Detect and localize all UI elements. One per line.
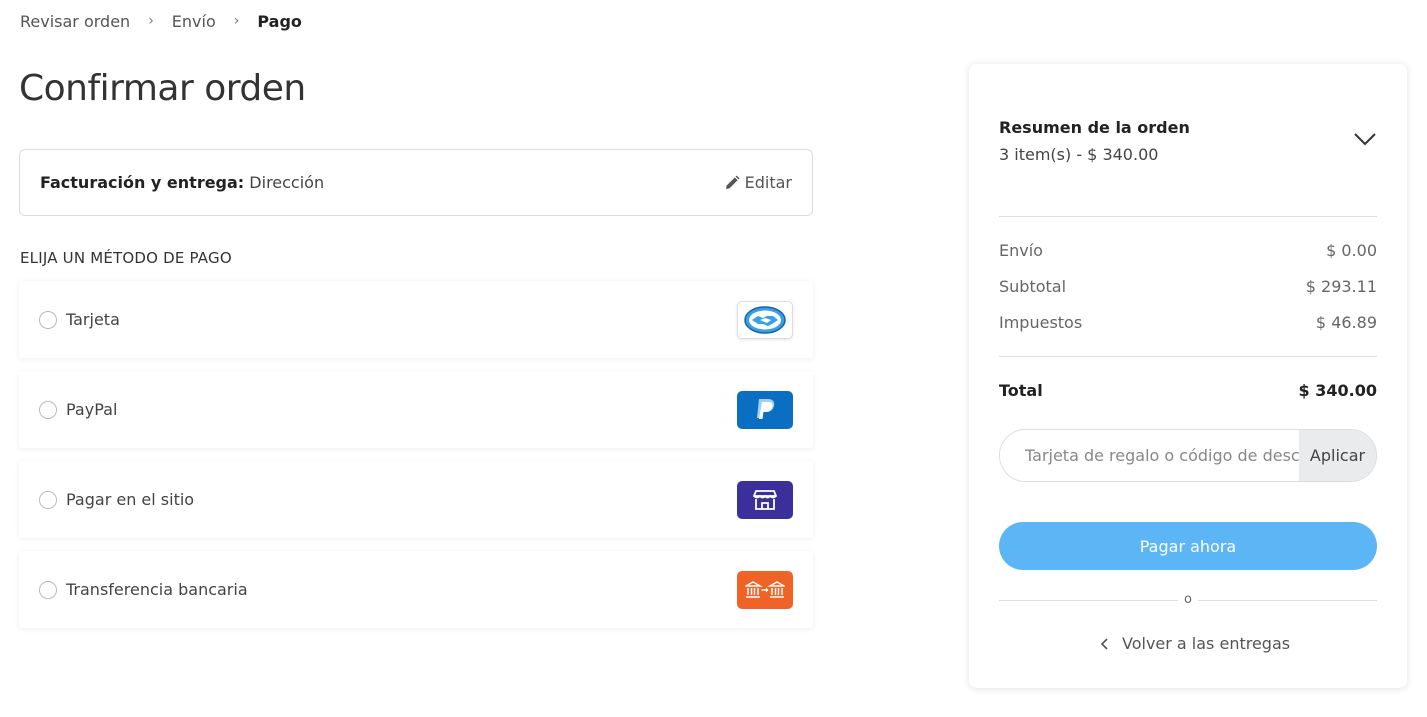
- order-summary-subtitle: 3 item(s) - $ 340.00: [999, 145, 1159, 164]
- order-summary-title: Resumen de la orden: [999, 118, 1190, 137]
- store-icon: [737, 480, 793, 519]
- summary-row-value: $ 46.89: [1315, 313, 1377, 332]
- coupon-input[interactable]: [1000, 430, 1299, 481]
- chevron-down-icon[interactable]: [1353, 132, 1377, 146]
- billing-info: Facturación y entrega: Dirección: [40, 173, 324, 192]
- payment-option-card[interactable]: Tarjeta: [19, 281, 813, 358]
- summary-row-subtotal: Subtotal $ 293.11: [999, 277, 1377, 296]
- apply-coupon-button[interactable]: Aplicar: [1299, 430, 1376, 481]
- payment-option-label: Pagar en el sitio: [66, 490, 195, 509]
- total-label: Total: [999, 381, 1043, 400]
- order-summary-card: Resumen de la orden 3 item(s) - $ 340.00…: [969, 64, 1407, 688]
- divider: [999, 356, 1377, 357]
- total-value: $ 340.00: [1298, 381, 1377, 400]
- billing-value: Dirección: [249, 173, 325, 192]
- payment-radio[interactable]: [39, 400, 57, 419]
- payment-radio[interactable]: [39, 580, 57, 599]
- edit-billing-button[interactable]: Editar: [724, 173, 792, 192]
- payment-option-paypal[interactable]: PayPal: [19, 371, 813, 448]
- back-to-shipping-link[interactable]: Volver a las entregas: [1100, 634, 1290, 653]
- payment-option-label: Transferencia bancaria: [66, 580, 248, 599]
- breadcrumb-shipping[interactable]: Envío: [172, 12, 216, 31]
- payment-option-pay-on-site[interactable]: Pagar en el sitio: [19, 461, 813, 538]
- edit-label: Editar: [744, 173, 792, 192]
- summary-row-total: Total $ 340.00: [999, 381, 1377, 400]
- summary-row-value: $ 293.11: [1305, 277, 1377, 296]
- payment-option-label: Tarjeta: [66, 310, 120, 329]
- mercadopago-handshake-icon: [737, 300, 793, 339]
- breadcrumb-payment: Pago: [257, 11, 302, 31]
- breadcrumb-separator-icon: ›: [148, 13, 154, 29]
- paypal-icon: [737, 390, 793, 429]
- summary-row-value: $ 0.00: [1326, 241, 1377, 260]
- divider: [999, 216, 1377, 217]
- summary-row-taxes: Impuestos $ 46.89: [999, 313, 1377, 332]
- payment-option-label: PayPal: [66, 400, 118, 419]
- coupon-field-group: Aplicar: [999, 429, 1377, 482]
- pencil-icon: [725, 175, 740, 189]
- back-link-label: Volver a las entregas: [1122, 634, 1291, 653]
- summary-row-label: Envío: [999, 241, 1043, 260]
- chevron-left-icon: [1100, 637, 1108, 650]
- order-summary-header: Resumen de la orden 3 item(s) - $ 340.00: [999, 118, 1190, 164]
- breadcrumb-separator-icon: ›: [233, 13, 240, 29]
- billing-shipping-box: Facturación y entrega: Dirección Editar: [19, 149, 813, 216]
- bank-transfer-icon: [737, 570, 793, 609]
- billing-label: Facturación y entrega:: [40, 173, 245, 192]
- payment-section-title: ELIJA UN MÉTODO DE PAGO: [20, 249, 232, 267]
- pay-now-button[interactable]: Pagar ahora: [999, 522, 1377, 570]
- payment-radio[interactable]: [39, 310, 57, 329]
- page-title: Confirmar orden: [19, 68, 306, 109]
- summary-row-label: Impuestos: [999, 313, 1083, 332]
- summary-row-label: Subtotal: [999, 277, 1067, 296]
- payment-radio[interactable]: [39, 490, 57, 509]
- summary-row-shipping: Envío $ 0.00: [999, 241, 1377, 260]
- or-separator-label: o: [1178, 592, 1198, 607]
- breadcrumb: Revisar orden › Envío › Pago: [20, 10, 302, 32]
- payment-option-bank-transfer[interactable]: Transferencia bancaria: [19, 551, 813, 628]
- breadcrumb-review-order[interactable]: Revisar orden: [20, 12, 130, 31]
